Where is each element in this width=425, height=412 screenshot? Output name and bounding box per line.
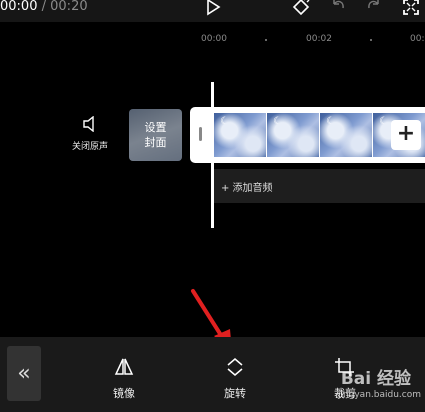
add-audio-track[interactable]: + 添加音频 <box>212 169 425 203</box>
keyframe-icon[interactable] <box>290 0 312 17</box>
ruler-mark: 00:0 <box>410 34 425 44</box>
clip-frame: ☾ <box>214 113 266 157</box>
total-time: 00:20 <box>50 0 88 14</box>
tool-label: 镜像 <box>113 387 135 400</box>
watermark-logo: Bai 经验 <box>340 369 411 389</box>
tool-label: 旋转 <box>224 387 246 400</box>
ruler-mark: 00:00 <box>201 34 227 44</box>
mute-label: 关闭原声 <box>71 142 108 152</box>
mirror-icon <box>114 358 134 375</box>
undo-icon[interactable] <box>330 0 346 14</box>
watermark-url: jingyan.baidu.com <box>337 390 421 400</box>
top-bar: 00:00 / 00:20 <box>0 0 425 22</box>
clip-frame: ☾ <box>267 113 319 157</box>
cover-label: 设置 封面 <box>144 121 167 149</box>
speaker-icon <box>83 115 94 133</box>
moon-icon: ☾ <box>220 116 229 127</box>
moon-icon: ☾ <box>326 116 335 127</box>
moon-icon: ☾ <box>379 116 388 127</box>
clip-trim-handle[interactable] <box>199 127 202 141</box>
ruler-dot <box>370 39 372 41</box>
mirror-button[interactable]: 镜像 <box>99 357 149 401</box>
moon-icon: ☾ <box>273 116 282 127</box>
video-clip[interactable]: ☾ ☾ ☾ ☾ <box>190 107 425 163</box>
rotate-icon <box>227 358 243 376</box>
ruler-mark: 00:02 <box>306 34 332 44</box>
current-time: 00:00 <box>0 0 38 14</box>
collapse-toolbar-button[interactable]: « <box>7 346 41 401</box>
clip-frame: ☾ <box>320 113 372 157</box>
time-display: 00:00 / 00:20 <box>0 0 88 14</box>
add-audio-label: + 添加音频 <box>221 183 273 194</box>
rotate-button[interactable]: 旋转 <box>210 357 260 401</box>
playhead[interactable] <box>211 82 214 228</box>
time-separator: / <box>41 0 46 14</box>
add-clip-button[interactable]: + <box>391 120 421 150</box>
ruler-dot <box>265 39 267 41</box>
redo-icon[interactable] <box>366 0 382 14</box>
play-icon[interactable] <box>205 0 221 16</box>
fullscreen-icon[interactable] <box>402 0 420 16</box>
mute-original-button[interactable]: 关闭原声 <box>70 115 110 152</box>
set-cover-button[interactable]: 设置 封面 <box>129 109 182 161</box>
